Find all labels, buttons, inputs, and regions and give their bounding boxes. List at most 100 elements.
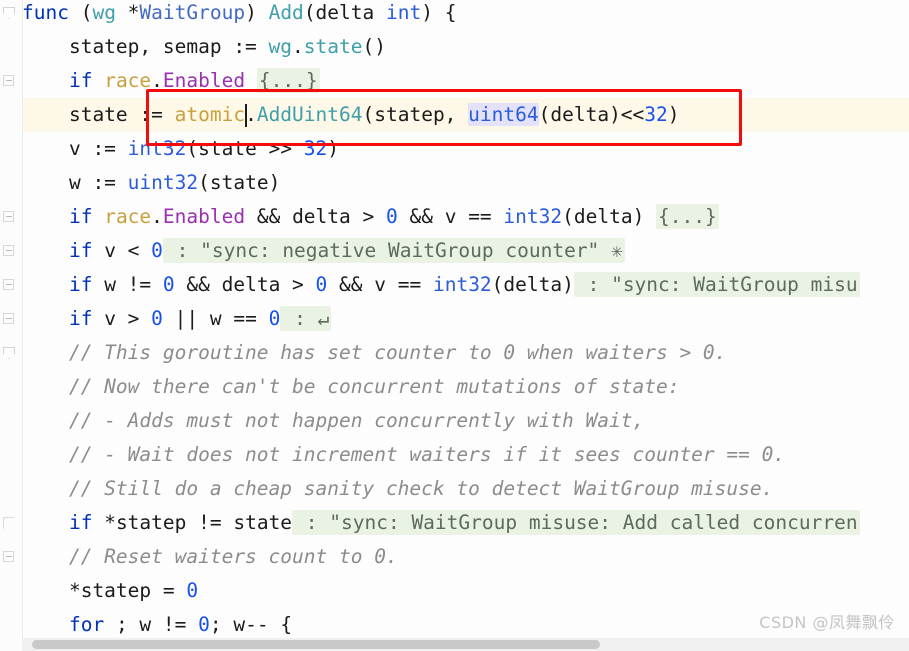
code-token: . <box>151 69 163 92</box>
code-line[interactable]: // Still do a cheap sanity check to dete… <box>22 472 909 506</box>
code-token: uint32 <box>127 171 199 194</box>
code-line[interactable]: // Reset waiters count to 0. <box>22 540 909 574</box>
csdn-watermark: CSDN @凤舞飘伶 <box>759 613 895 632</box>
fold-minus-icon[interactable] <box>3 313 16 326</box>
code-token: () <box>362 35 386 58</box>
code-token: 32 <box>303 137 328 160</box>
code-line[interactable]: // Now there can't be concurrent mutatio… <box>22 370 909 404</box>
code-line[interactable]: if v > 0 || w == 0 : ↵ <box>22 302 909 336</box>
code-token: Enabled <box>162 69 246 92</box>
code-line[interactable]: v := int32(state >> 32) <box>22 132 909 166</box>
fold-minus-icon[interactable] <box>3 211 16 224</box>
code-line[interactable]: // - Adds must not happen concurrently w… <box>22 404 909 438</box>
code-line[interactable]: if race.Enabled {...} <box>22 64 909 98</box>
code-token: (delta) <box>562 205 657 228</box>
code-token: Enabled <box>162 205 246 228</box>
code-token: // Still do a cheap sanity check to dete… <box>22 477 774 500</box>
code-token: && delta > <box>174 273 316 296</box>
code-token: : "sync: WaitGroup misu <box>573 272 860 297</box>
code-token: (delta) <box>491 273 574 296</box>
fold-arrow-icon[interactable] <box>3 347 16 360</box>
code-token: && delta > <box>245 205 386 228</box>
code-token: (state >> <box>186 137 304 160</box>
code-line[interactable]: // - Wait does not increment waiters if … <box>22 438 909 472</box>
code-token: 0 <box>315 273 328 296</box>
code-line[interactable]: func (wg *WaitGroup) Add(delta int) { <box>22 0 909 30</box>
code-token: wg <box>268 35 293 58</box>
code-token: 0 <box>186 579 199 602</box>
code-token: * <box>115 1 140 24</box>
code-token: if <box>68 205 105 228</box>
code-token: 0 <box>386 205 398 228</box>
code-token: || w == <box>162 307 269 330</box>
code-token: . <box>151 205 163 228</box>
code-token: if <box>68 239 105 262</box>
code-token: for <box>68 613 116 636</box>
code-token: ( <box>80 1 93 24</box>
fold-arrow-icon[interactable] <box>3 7 16 20</box>
code-line[interactable]: statep, semap := wg.state() <box>22 30 909 64</box>
code-line[interactable]: w := uint32(state) <box>22 166 909 200</box>
code-token: // This goroutine has set counter to 0 w… <box>22 341 727 364</box>
code-token: v := <box>22 137 128 160</box>
code-token: (state) <box>198 171 281 194</box>
horizontal-scrollbar-track[interactable] <box>22 638 909 651</box>
code-token: state := <box>22 103 175 126</box>
code-line[interactable]: *statep = 0 <box>22 574 909 608</box>
code-token: if <box>68 307 105 330</box>
code-token: w := <box>22 171 128 194</box>
code-token: : "sync: WaitGroup misuse: Add called co… <box>292 510 860 535</box>
code-token: ) { <box>421 1 457 24</box>
code-token: : "sync: negative WaitGroup counter" ✳ <box>162 238 625 263</box>
code-token: // - Wait does not increment waiters if … <box>22 443 786 466</box>
code-token: . <box>245 103 257 126</box>
code-editor-screenshot: func (wg *WaitGroup) Add(delta int) { st… <box>0 0 909 651</box>
code-token: wg <box>92 1 116 24</box>
code-token: *statep = <box>22 579 187 602</box>
code-token: {...} <box>656 204 719 229</box>
code-token: 0 <box>162 273 175 296</box>
code-token: 32 <box>644 103 668 126</box>
code-token: ) <box>327 137 340 160</box>
code-token: if <box>68 69 105 92</box>
code-token: && v == <box>397 205 504 228</box>
code-token: state <box>303 35 363 58</box>
fold-minus-icon[interactable] <box>3 279 16 292</box>
code-line[interactable]: state := atomic.AddUint64(statep, uint64… <box>22 98 909 132</box>
code-token: WaitGroup <box>139 1 246 24</box>
code-token: 0 <box>151 239 163 262</box>
code-token: statep, semap := <box>22 35 269 58</box>
code-token: race <box>104 205 152 228</box>
fold-bracket-icon[interactable] <box>3 517 16 530</box>
horizontal-scrollbar-thumb[interactable] <box>32 640 600 649</box>
code-token: && v == <box>327 273 433 296</box>
fold-minus-icon[interactable] <box>3 75 16 88</box>
code-token: int32 <box>127 137 187 160</box>
code-token: // Reset waiters count to 0. <box>22 545 398 568</box>
editor-gutter <box>0 0 23 651</box>
code-token: if <box>68 273 105 296</box>
code-line[interactable]: if race.Enabled && delta > 0 && v == int… <box>22 200 909 234</box>
code-token: : ↵ <box>280 306 332 331</box>
code-token: w != <box>104 273 163 296</box>
code-line[interactable]: if v < 0 : "sync: negative WaitGroup cou… <box>22 234 909 268</box>
code-token: int32 <box>503 205 563 228</box>
code-token: atomic <box>174 103 246 126</box>
code-token: Add <box>268 1 304 24</box>
code-line[interactable]: // This goroutine has set counter to 0 w… <box>22 336 909 370</box>
code-token: (delta <box>303 1 386 24</box>
fold-minus-icon[interactable] <box>3 551 16 564</box>
code-line[interactable]: if w != 0 && delta > 0 && v == int32(del… <box>22 268 909 302</box>
code-line[interactable]: if *statep != state : "sync: WaitGroup m… <box>22 506 909 540</box>
code-token: uint64 <box>468 103 539 126</box>
fold-minus-icon[interactable] <box>3 245 16 258</box>
code-token: (statep, <box>362 103 469 126</box>
code-content-area[interactable]: func (wg *WaitGroup) Add(delta int) { st… <box>22 0 909 651</box>
code-token: int <box>386 1 422 24</box>
code-token: ) <box>667 103 680 126</box>
